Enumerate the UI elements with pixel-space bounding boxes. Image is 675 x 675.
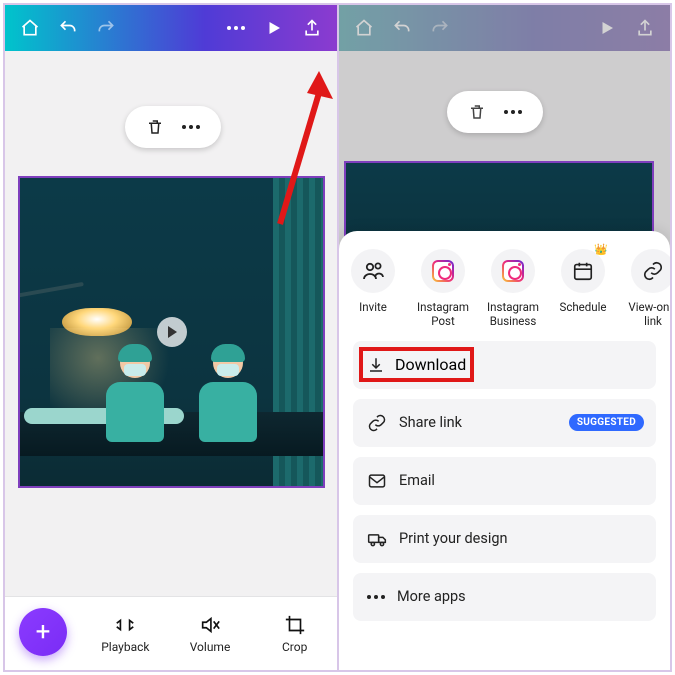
- playback-label: Playback: [101, 640, 149, 654]
- more-icon[interactable]: [182, 125, 200, 129]
- share-instagram-business[interactable]: Instagram Business: [479, 249, 547, 329]
- editor-screen: Playback Volume Crop +: [5, 5, 337, 670]
- add-button[interactable]: +: [19, 608, 67, 656]
- play-overlay-icon[interactable]: [157, 317, 187, 347]
- playback-button[interactable]: Playback: [83, 614, 168, 654]
- more-icon[interactable]: [217, 9, 255, 47]
- share-invite[interactable]: Invite: [339, 249, 407, 329]
- editor-header: [5, 5, 337, 51]
- share-item-label: Instagram Business: [479, 301, 547, 329]
- share-item-label: Invite: [359, 301, 387, 315]
- share-link-label: Share link: [399, 414, 462, 431]
- volume-button[interactable]: Volume: [168, 614, 253, 654]
- email-label: Email: [399, 472, 435, 489]
- email-icon: [367, 471, 387, 491]
- play-icon[interactable]: [255, 9, 293, 47]
- print-button[interactable]: Print your design: [353, 515, 656, 563]
- trash-icon[interactable]: [146, 118, 164, 136]
- share-destinations: Invite Instagram Post Instagram Business…: [339, 231, 670, 333]
- canvas-context-pill: [447, 91, 543, 133]
- download-icon: [367, 356, 385, 374]
- canvas-context-pill: [125, 106, 221, 148]
- link-icon: [367, 413, 387, 433]
- more-icon: [504, 110, 522, 114]
- redo-icon[interactable]: [87, 9, 125, 47]
- more-icon: [367, 595, 385, 599]
- video-frame[interactable]: [18, 176, 325, 488]
- share-item-label: Schedule: [560, 301, 607, 315]
- share-item-label: Instagram Post: [409, 301, 477, 329]
- share-view-only-link[interactable]: View-only link: [619, 249, 670, 329]
- crop-button[interactable]: Crop: [252, 614, 337, 654]
- share-screen: Invite Instagram Post Instagram Business…: [339, 5, 670, 670]
- volume-label: Volume: [190, 640, 231, 654]
- trash-icon: [468, 103, 486, 121]
- share-icon[interactable]: [293, 9, 331, 47]
- home-icon[interactable]: [11, 9, 49, 47]
- share-schedule[interactable]: 👑 Schedule: [549, 249, 617, 329]
- share-sheet: Invite Instagram Post Instagram Business…: [339, 231, 670, 670]
- suggested-badge: SUGGESTED: [569, 414, 644, 431]
- annotation-highlight: Download: [359, 347, 474, 382]
- download-button[interactable]: Download: [353, 341, 656, 389]
- more-apps-button[interactable]: More apps: [353, 573, 656, 621]
- print-label: Print your design: [399, 530, 508, 547]
- share-item-label: View-only link: [619, 301, 670, 329]
- crop-label: Crop: [282, 640, 307, 654]
- pane-divider: [337, 5, 339, 670]
- canvas-area: [5, 51, 337, 670]
- more-apps-label: More apps: [397, 588, 466, 605]
- truck-icon: [367, 529, 387, 549]
- undo-icon[interactable]: [49, 9, 87, 47]
- download-label: Download: [395, 355, 466, 374]
- email-button[interactable]: Email: [353, 457, 656, 505]
- share-actions-list: Download Share link SUGGESTED Email Prin…: [339, 333, 670, 635]
- crown-icon: 👑: [594, 243, 608, 256]
- share-link-button[interactable]: Share link SUGGESTED: [353, 399, 656, 447]
- share-instagram-post[interactable]: Instagram Post: [409, 249, 477, 329]
